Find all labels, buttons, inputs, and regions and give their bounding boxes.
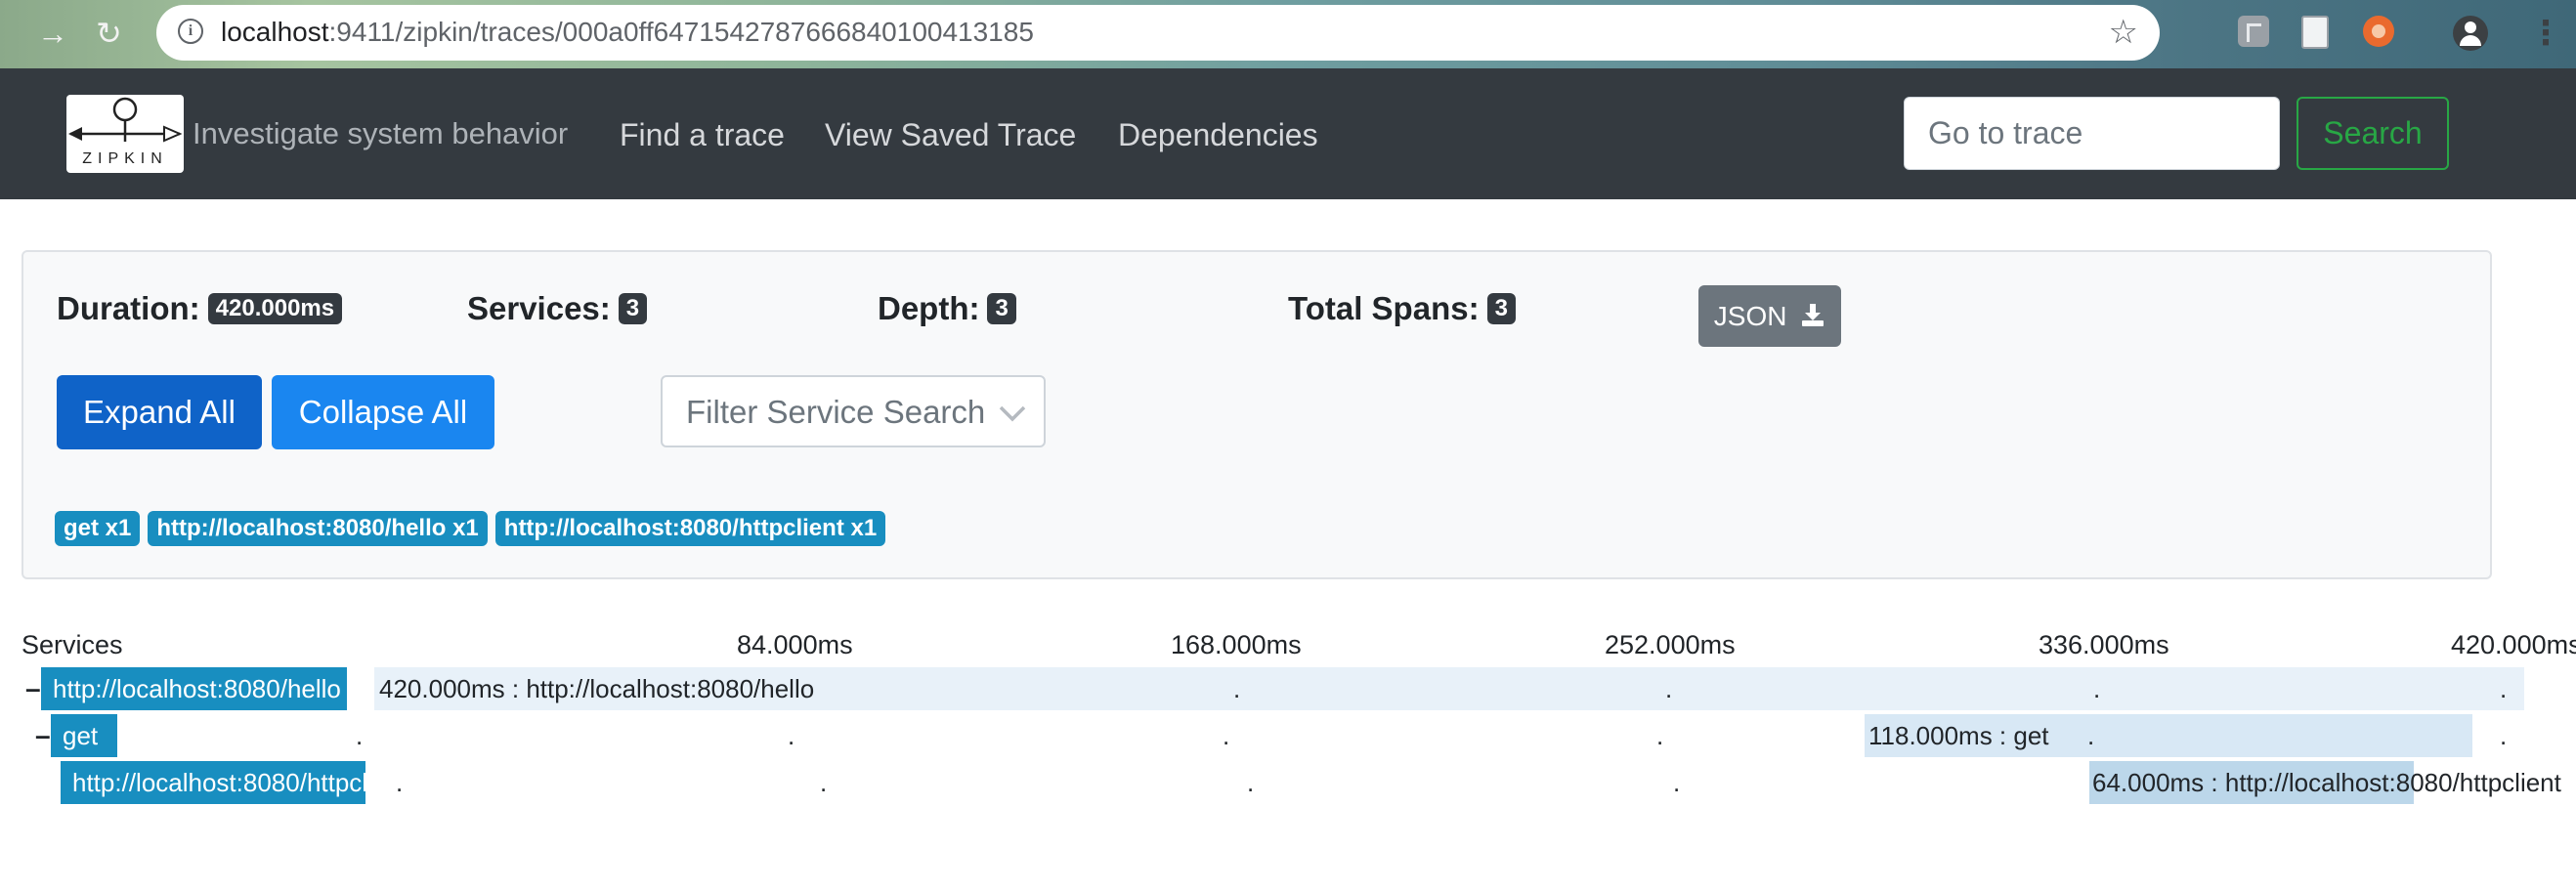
duration-label: Duration:: [57, 290, 200, 326]
service-tag[interactable]: http://localhost:8080/httpclient x1: [494, 511, 886, 546]
services-column-header: Services: [21, 630, 123, 659]
total-spans-label: Total Spans:: [1288, 290, 1480, 326]
depth-label: Depth:: [878, 290, 980, 326]
profile-avatar-icon[interactable]: [2453, 16, 2488, 51]
logo-text: ZIPKIN: [82, 150, 168, 167]
grid-dot: .: [1673, 768, 1681, 797]
json-button-label: JSON: [1713, 301, 1787, 331]
grid-dot: .: [788, 721, 795, 750]
collapse-all-button[interactable]: Collapse All: [272, 375, 494, 449]
service-filter-select[interactable]: Filter Service Search: [661, 375, 1046, 447]
collapse-toggle[interactable]: –: [25, 667, 41, 710]
grid-dot: .: [356, 721, 364, 750]
zipkin-navbar: ZIPKIN Investigate system behavior Find …: [0, 68, 2576, 199]
info-icon[interactable]: i: [178, 19, 203, 44]
time-tick: 420.000ms: [2451, 630, 2576, 659]
span-duration-label: 420.000ms : http://localhost:8080/hello: [379, 674, 815, 703]
grid-dot: .: [1656, 721, 1664, 750]
span-service-label[interactable]: http://localhost:8080/hello: [41, 667, 347, 710]
search-button[interactable]: Search: [2297, 97, 2449, 170]
grid-dot: .: [1665, 674, 1673, 703]
grid-dot: .: [2500, 674, 2508, 703]
span-service-label[interactable]: get: [51, 714, 117, 757]
address-bar[interactable]: i localhost:9411/zipkin/traces/000a0ff64…: [156, 5, 2160, 61]
grid-dot: .: [2093, 674, 2101, 703]
service-tag[interactable]: get x1: [55, 511, 141, 546]
grid-dot: .: [1233, 674, 1241, 703]
url-path: :9411/zipkin/traces/000a0ff6471542787666…: [328, 17, 1034, 47]
zipkin-logo[interactable]: ZIPKIN: [66, 95, 184, 173]
depth-badge: 3: [987, 293, 1016, 324]
grid-dot: .: [2087, 721, 2095, 750]
service-tags: get x1 http://localhost:8080/hello x1 http…: [55, 511, 893, 546]
bookmark-star-icon[interactable]: ☆: [2109, 14, 2138, 51]
time-tick: 252.000ms: [1605, 630, 1736, 659]
lifebuoy-extension-icon[interactable]: [2363, 16, 2394, 47]
reload-icon[interactable]: ↻: [96, 14, 122, 53]
chevron-down-icon[interactable]: [989, 389, 1036, 436]
trace-summary-card: Duration: 420.000ms Services: 3 Depth: 3 To…: [21, 250, 2492, 579]
nav-dependencies[interactable]: Dependencies: [1118, 115, 1318, 154]
depth-stat: Depth: 3: [878, 289, 1016, 328]
grid-dot: .: [2500, 721, 2508, 750]
nav-view-saved-trace[interactable]: View Saved Trace: [825, 115, 1076, 154]
time-tick: 336.000ms: [2039, 630, 2169, 659]
span-duration-label: 118.000ms : get: [1868, 721, 2049, 750]
json-download-button[interactable]: JSON: [1698, 285, 1841, 347]
download-icon: [1800, 287, 1825, 349]
span-service-label[interactable]: http://localhost:8080/httpclient: [61, 761, 365, 804]
url-host: localhost: [221, 17, 329, 47]
services-badge: 3: [618, 293, 648, 324]
service-filter-placeholder: Filter Service Search: [686, 394, 986, 430]
collapse-toggle[interactable]: –: [35, 714, 51, 757]
duration-stat: Duration: 420.000ms: [57, 289, 343, 328]
nav-find-a-trace[interactable]: Find a trace: [620, 115, 785, 154]
span-duration-label: 64.000ms : http://localhost:8080/httpcli…: [2092, 768, 2561, 797]
browser-toolbar: → ↻ i localhost:9411/zipkin/traces/000a0…: [0, 0, 2576, 68]
extension-icon[interactable]: [2238, 16, 2269, 47]
time-tick: 168.000ms: [1171, 630, 1302, 659]
total-spans-stat: Total Spans: 3: [1288, 289, 1516, 328]
url-text[interactable]: localhost:9411/zipkin/traces/000a0ff6471…: [221, 17, 1034, 48]
span-row[interactable]: – get . . . . 118.000ms : get . .: [0, 714, 2576, 757]
grid-dot: .: [396, 768, 404, 797]
duration-badge: 420.000ms: [207, 293, 343, 324]
document-extension-icon[interactable]: [2301, 16, 2329, 49]
total-spans-badge: 3: [1486, 293, 1516, 324]
grid-dot: .: [1223, 721, 1230, 750]
services-stat: Services: 3: [467, 289, 648, 328]
time-tick: 84.000ms: [737, 630, 853, 659]
brand-tagline: Investigate system behavior: [193, 116, 569, 150]
grid-dot: .: [820, 768, 828, 797]
timeline-header: Services 84.000ms 168.000ms 252.000ms 33…: [0, 627, 2576, 662]
browser-menu-icon[interactable]: ⋮: [2529, 14, 2562, 53]
forward-arrow-icon[interactable]: →: [37, 14, 68, 53]
grid-dot: .: [1247, 768, 1255, 797]
service-tag[interactable]: http://localhost:8080/hello x1: [148, 511, 488, 546]
services-label: Services:: [467, 290, 611, 326]
expand-all-button[interactable]: Expand All: [57, 375, 262, 449]
span-row[interactable]: http://localhost:8080/httpclient . . . .…: [0, 761, 2576, 804]
go-to-trace-input[interactable]: [1904, 97, 2280, 170]
span-row[interactable]: – http://localhost:8080/hello 420.000ms …: [0, 667, 2576, 710]
